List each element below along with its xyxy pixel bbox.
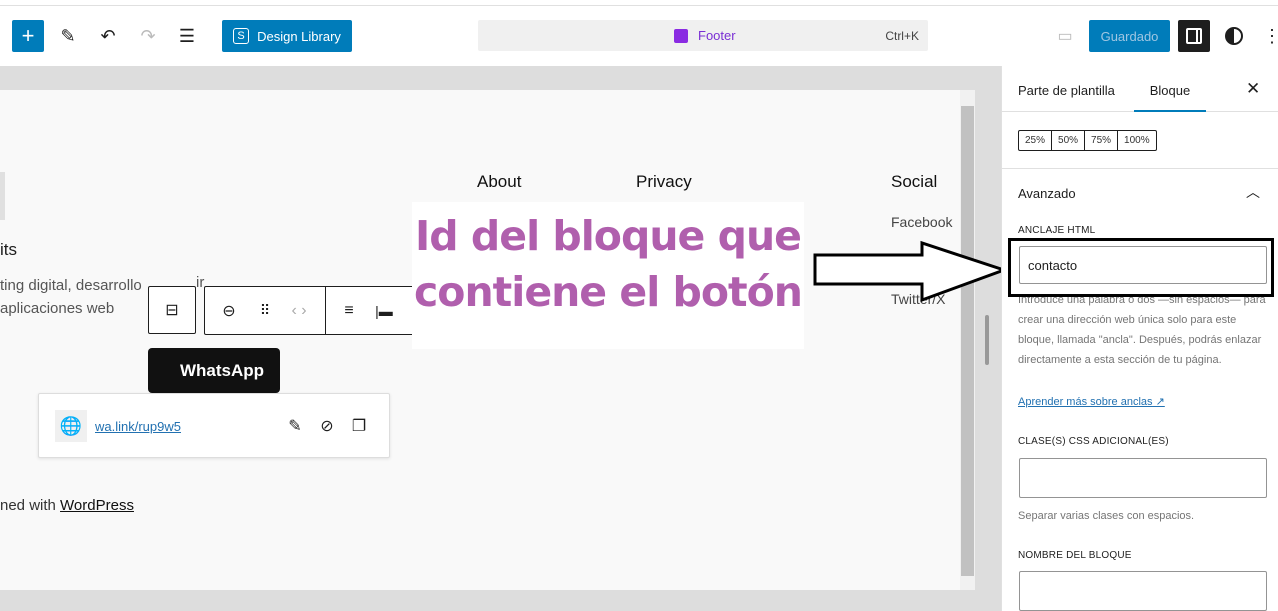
- justify-icon[interactable]: ≡: [326, 302, 372, 320]
- button-block-icon[interactable]: ⊖: [205, 301, 253, 321]
- settings-sidebar: Parte de plantilla Bloque ✕ 25% 50% 75% …: [1001, 66, 1278, 611]
- width-25[interactable]: 25%: [1019, 131, 1053, 150]
- width-75[interactable]: 75%: [1085, 131, 1119, 150]
- width-selector: 25% 50% 75% 100%: [1018, 130, 1157, 151]
- annotation-callout: Id del bloque que contiene el botón: [412, 202, 804, 349]
- design-library-label: Design Library: [257, 28, 341, 44]
- block-name-label: NOMBRE DEL BLOQUE: [1018, 550, 1132, 561]
- canvas-scrollbar[interactable]: [960, 90, 975, 590]
- close-icon[interactable]: ✕: [1246, 79, 1260, 99]
- width-50[interactable]: 50%: [1052, 131, 1086, 150]
- edit-link-icon[interactable]: ✎: [283, 414, 307, 438]
- command-palette-button[interactable]: Footer Ctrl+K: [478, 20, 928, 51]
- globe-icon: 🌐: [55, 410, 87, 442]
- sidebar-tabs: Parte de plantilla Bloque ✕: [1002, 66, 1278, 112]
- nav-privacy[interactable]: Privacy: [636, 172, 692, 192]
- anchor-label: ANCLAJE HTML: [1018, 225, 1096, 236]
- wordpress-link[interactable]: WordPress: [60, 497, 134, 514]
- nav-social[interactable]: Social: [891, 172, 937, 192]
- buttons-block-icon: ⊟: [165, 302, 179, 319]
- whatsapp-button[interactable]: WhatsApp: [148, 348, 280, 393]
- options-menu-icon[interactable]: ⋮: [1263, 22, 1278, 50]
- design-library-button[interactable]: S Design Library: [222, 20, 352, 52]
- link-url[interactable]: wa.link/rup9w5: [95, 419, 181, 434]
- css-class-input[interactable]: [1019, 458, 1267, 498]
- tab-block[interactable]: Bloque: [1134, 66, 1206, 112]
- add-block-button[interactable]: +: [12, 20, 44, 52]
- resize-handle[interactable]: [985, 315, 989, 365]
- site-description: ting digital, desarrollo aplicaciones web: [0, 277, 142, 317]
- block-toolbar: ⊖ ⠿ ‹ › ≡ |▬: [204, 286, 424, 335]
- align-left-icon[interactable]: |▬: [372, 303, 396, 319]
- command-title: Footer: [698, 28, 736, 43]
- block-name-input[interactable]: [1019, 571, 1267, 611]
- pencil-tool-icon[interactable]: ✎: [56, 22, 80, 50]
- template-part-icon: [674, 28, 688, 43]
- move-arrows-icon[interactable]: ‹ ›: [277, 302, 321, 320]
- parent-block-selector[interactable]: ⊟: [148, 286, 196, 334]
- annotation-arrow-icon: [813, 240, 1008, 303]
- anchor-learn-more-link[interactable]: Aprender más sobre anclas ↗: [1018, 395, 1165, 408]
- link-popover: 🌐 wa.link/rup9w5 ✎ ⊘ ❐: [38, 393, 390, 458]
- shortcut-hint: Ctrl+K: [885, 28, 919, 43]
- copy-link-icon[interactable]: ❐: [347, 414, 371, 438]
- social-facebook[interactable]: Facebook: [891, 214, 952, 230]
- annotation-highlight-box: [1008, 238, 1274, 297]
- width-100[interactable]: 100%: [1118, 131, 1156, 150]
- scrollbar-thumb[interactable]: [961, 106, 974, 576]
- redo-icon[interactable]: ↷: [136, 22, 160, 50]
- unlink-icon[interactable]: ⊘: [315, 414, 339, 438]
- image-block-edge: [0, 172, 5, 220]
- design-library-icon: S: [233, 28, 250, 44]
- undo-icon[interactable]: ↶: [96, 22, 120, 50]
- desktop-preview-icon[interactable]: ▭: [1053, 22, 1077, 50]
- nav-about[interactable]: About: [477, 172, 521, 192]
- settings-sidebar-toggle[interactable]: [1178, 20, 1210, 52]
- saved-button[interactable]: Guardado: [1089, 20, 1170, 52]
- drag-handle-icon[interactable]: ⠿: [253, 302, 277, 319]
- site-heading: its: [0, 240, 17, 259]
- styles-icon[interactable]: [1225, 27, 1243, 45]
- css-class-label: CLASE(S) CSS ADICIONAL(ES): [1018, 436, 1169, 447]
- footer-credit: ned with WordPress: [0, 497, 134, 514]
- css-class-help: Separar varias clases con espacios.: [1018, 510, 1195, 522]
- anchor-help: Introduce una palabra o dos —sin espacio…: [1018, 294, 1266, 366]
- chevron-up-icon[interactable]: ︿: [1246, 182, 1260, 202]
- sidebar-icon: [1186, 28, 1202, 44]
- tab-template-part[interactable]: Parte de plantilla: [1018, 83, 1115, 98]
- document-overview-icon[interactable]: ☰: [175, 22, 199, 50]
- advanced-section-toggle[interactable]: Avanzado: [1018, 186, 1076, 201]
